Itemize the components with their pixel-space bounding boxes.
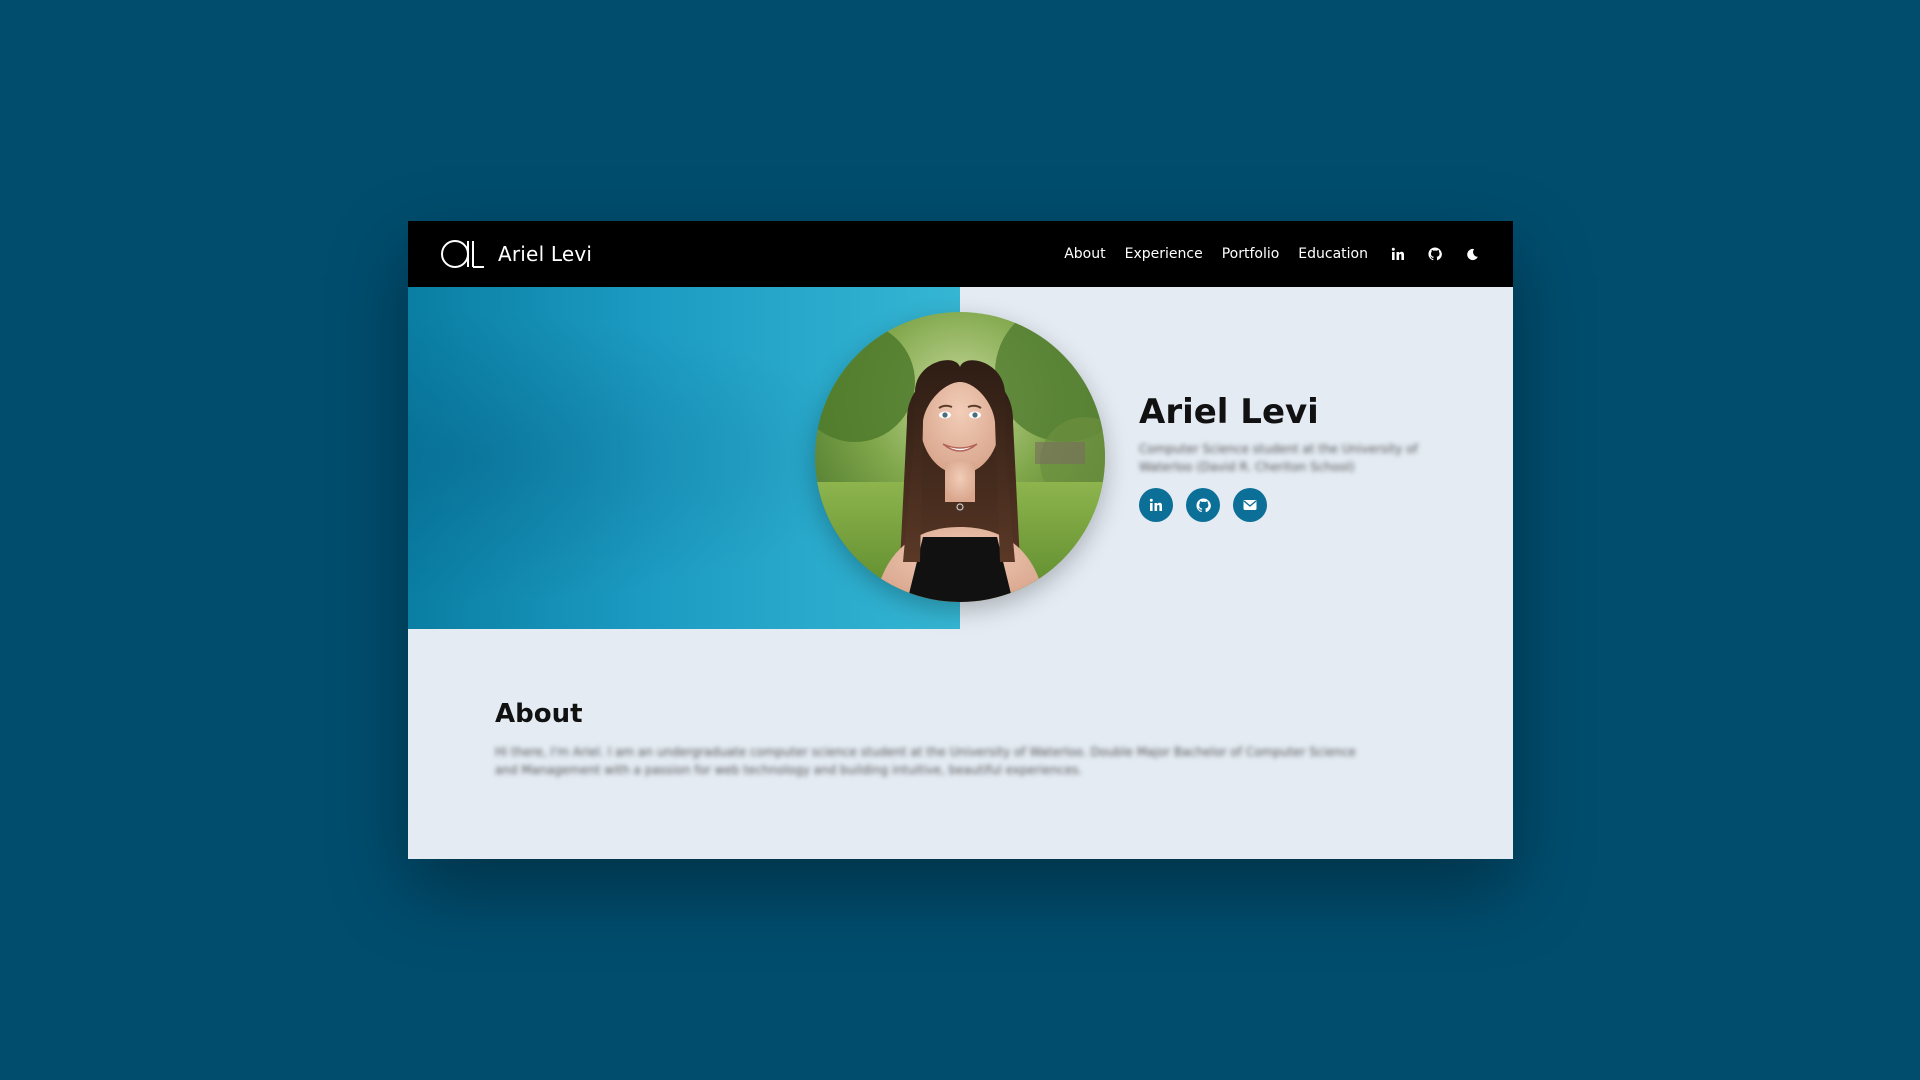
nav-links: About Experience Portfolio Education — [1064, 245, 1481, 263]
linkedin-button[interactable] — [1139, 488, 1173, 522]
nav-link-experience[interactable]: Experience — [1125, 246, 1203, 262]
about-section: About Hi there, I'm Ariel. I am an under… — [495, 699, 1395, 779]
top-navbar: Ariel Levi About Experience Portfolio Ed… — [408, 221, 1513, 287]
hero-name: Ariel Levi — [1139, 392, 1319, 432]
hero-subtitle: Computer Science student at the Universi… — [1139, 442, 1418, 474]
social-links — [1139, 488, 1459, 522]
profile-photo — [815, 312, 1105, 602]
hero-section: Ariel Levi Computer Science student at t… — [408, 287, 1513, 629]
nav-link-about[interactable]: About — [1064, 246, 1105, 262]
moon-icon[interactable] — [1463, 245, 1481, 263]
brand[interactable]: Ariel Levi — [440, 237, 592, 271]
linkedin-icon — [1149, 498, 1162, 511]
github-button[interactable] — [1186, 488, 1220, 522]
brand-logo-icon — [441, 240, 484, 268]
github-icon — [1195, 497, 1211, 512]
linkedin-icon[interactable] — [1389, 245, 1407, 263]
nav-link-education[interactable]: Education — [1298, 246, 1368, 262]
email-icon — [1243, 500, 1257, 510]
about-title: About — [495, 699, 583, 729]
hero-text: Ariel Levi Computer Science student at t… — [1139, 392, 1459, 522]
github-icon[interactable] — [1426, 245, 1444, 263]
brand-name: Ariel Levi — [498, 242, 593, 266]
email-button[interactable] — [1233, 488, 1267, 522]
about-body: Hi there, I'm Ariel. I am an undergradua… — [495, 745, 1356, 777]
website-window: Ariel Levi About Experience Portfolio Ed… — [408, 221, 1513, 859]
nav-link-portfolio[interactable]: Portfolio — [1222, 246, 1280, 262]
